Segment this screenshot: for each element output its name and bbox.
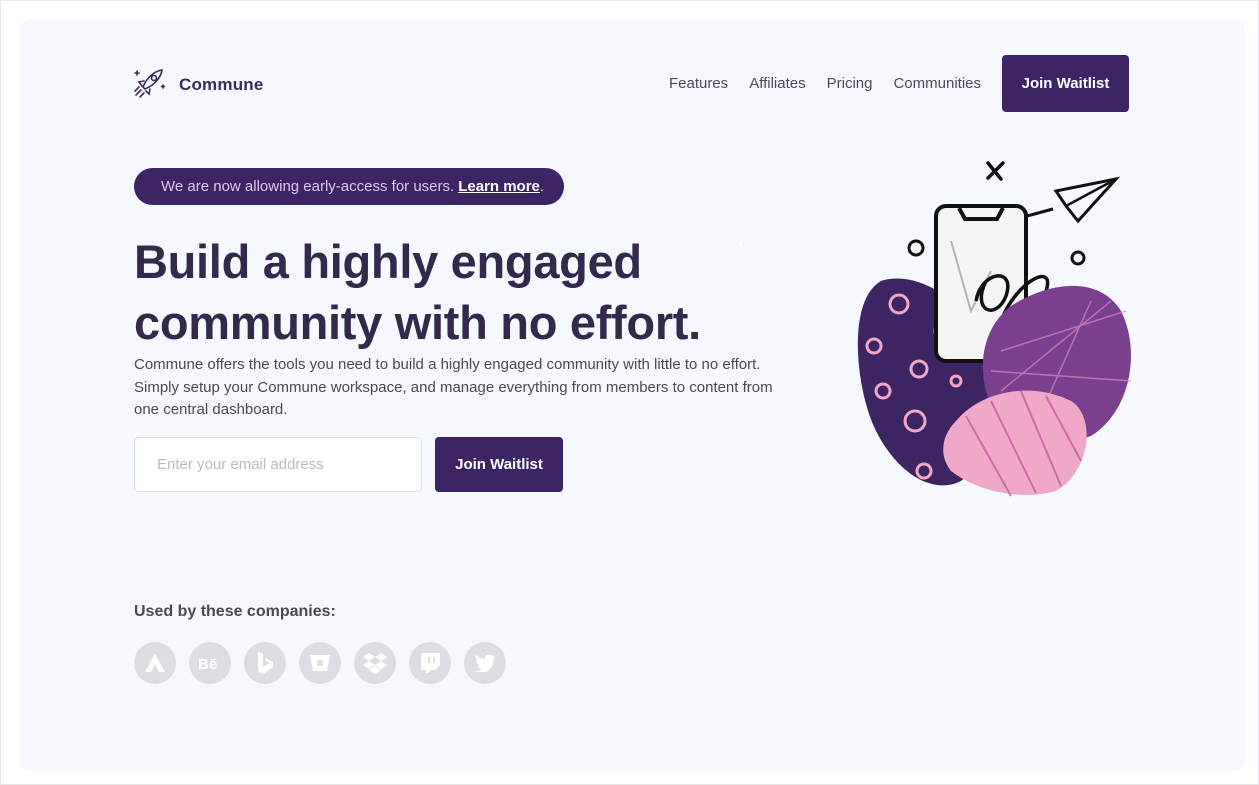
nav-join-waitlist-button[interactable]: Join Waitlist [1002,55,1129,112]
early-access-banner: We are now allowing early-access for use… [134,168,564,205]
twitch-icon [409,642,451,684]
subtext-line-3: one central dashboard. [134,401,288,418]
nav-affiliates[interactable]: Affiliates [749,75,805,92]
hero-headline: Build a highly engaged community with no… [134,231,774,353]
airtable-icon [134,642,176,684]
nav-features[interactable]: Features [669,75,728,92]
behance-icon: Bē [189,642,231,684]
company-logos: Bē [134,642,506,684]
brand-name: Commune [179,74,264,94]
learn-more-link[interactable]: Learn more [458,178,540,195]
banner-text: We are now allowing early-access for use… [161,178,455,195]
dropbox-icon [354,642,396,684]
main-nav: Features Affiliates Pricing Communities … [669,55,1129,112]
nav-communities[interactable]: Communities [893,75,981,92]
rocket-icon [133,65,167,104]
headline-line-1: Build a highly engaged [134,235,642,288]
subtext-line-2: Simply setup your Commune workspace, and… [134,378,773,396]
svg-text:Bē: Bē [198,656,217,673]
hero-subtext: Commune offers the tools you need to bui… [134,354,784,422]
companies-label: Used by these companies: [134,603,336,620]
brand-logo[interactable]: Commune [133,65,264,104]
nav-pricing[interactable]: Pricing [827,75,873,92]
hero-illustration [841,151,1132,506]
banner-suffix: . [539,178,545,195]
subtext-line-1: Commune offers the tools you need to bui… [134,356,761,373]
sparkle-dot [739,242,743,246]
hero-join-waitlist-button[interactable]: Join Waitlist [435,437,563,492]
bing-icon [244,642,286,684]
email-input[interactable] [134,437,422,492]
headline-line-2: community with no effort. [134,296,701,349]
bitbucket-icon [299,642,341,684]
twitter-icon [464,642,506,684]
